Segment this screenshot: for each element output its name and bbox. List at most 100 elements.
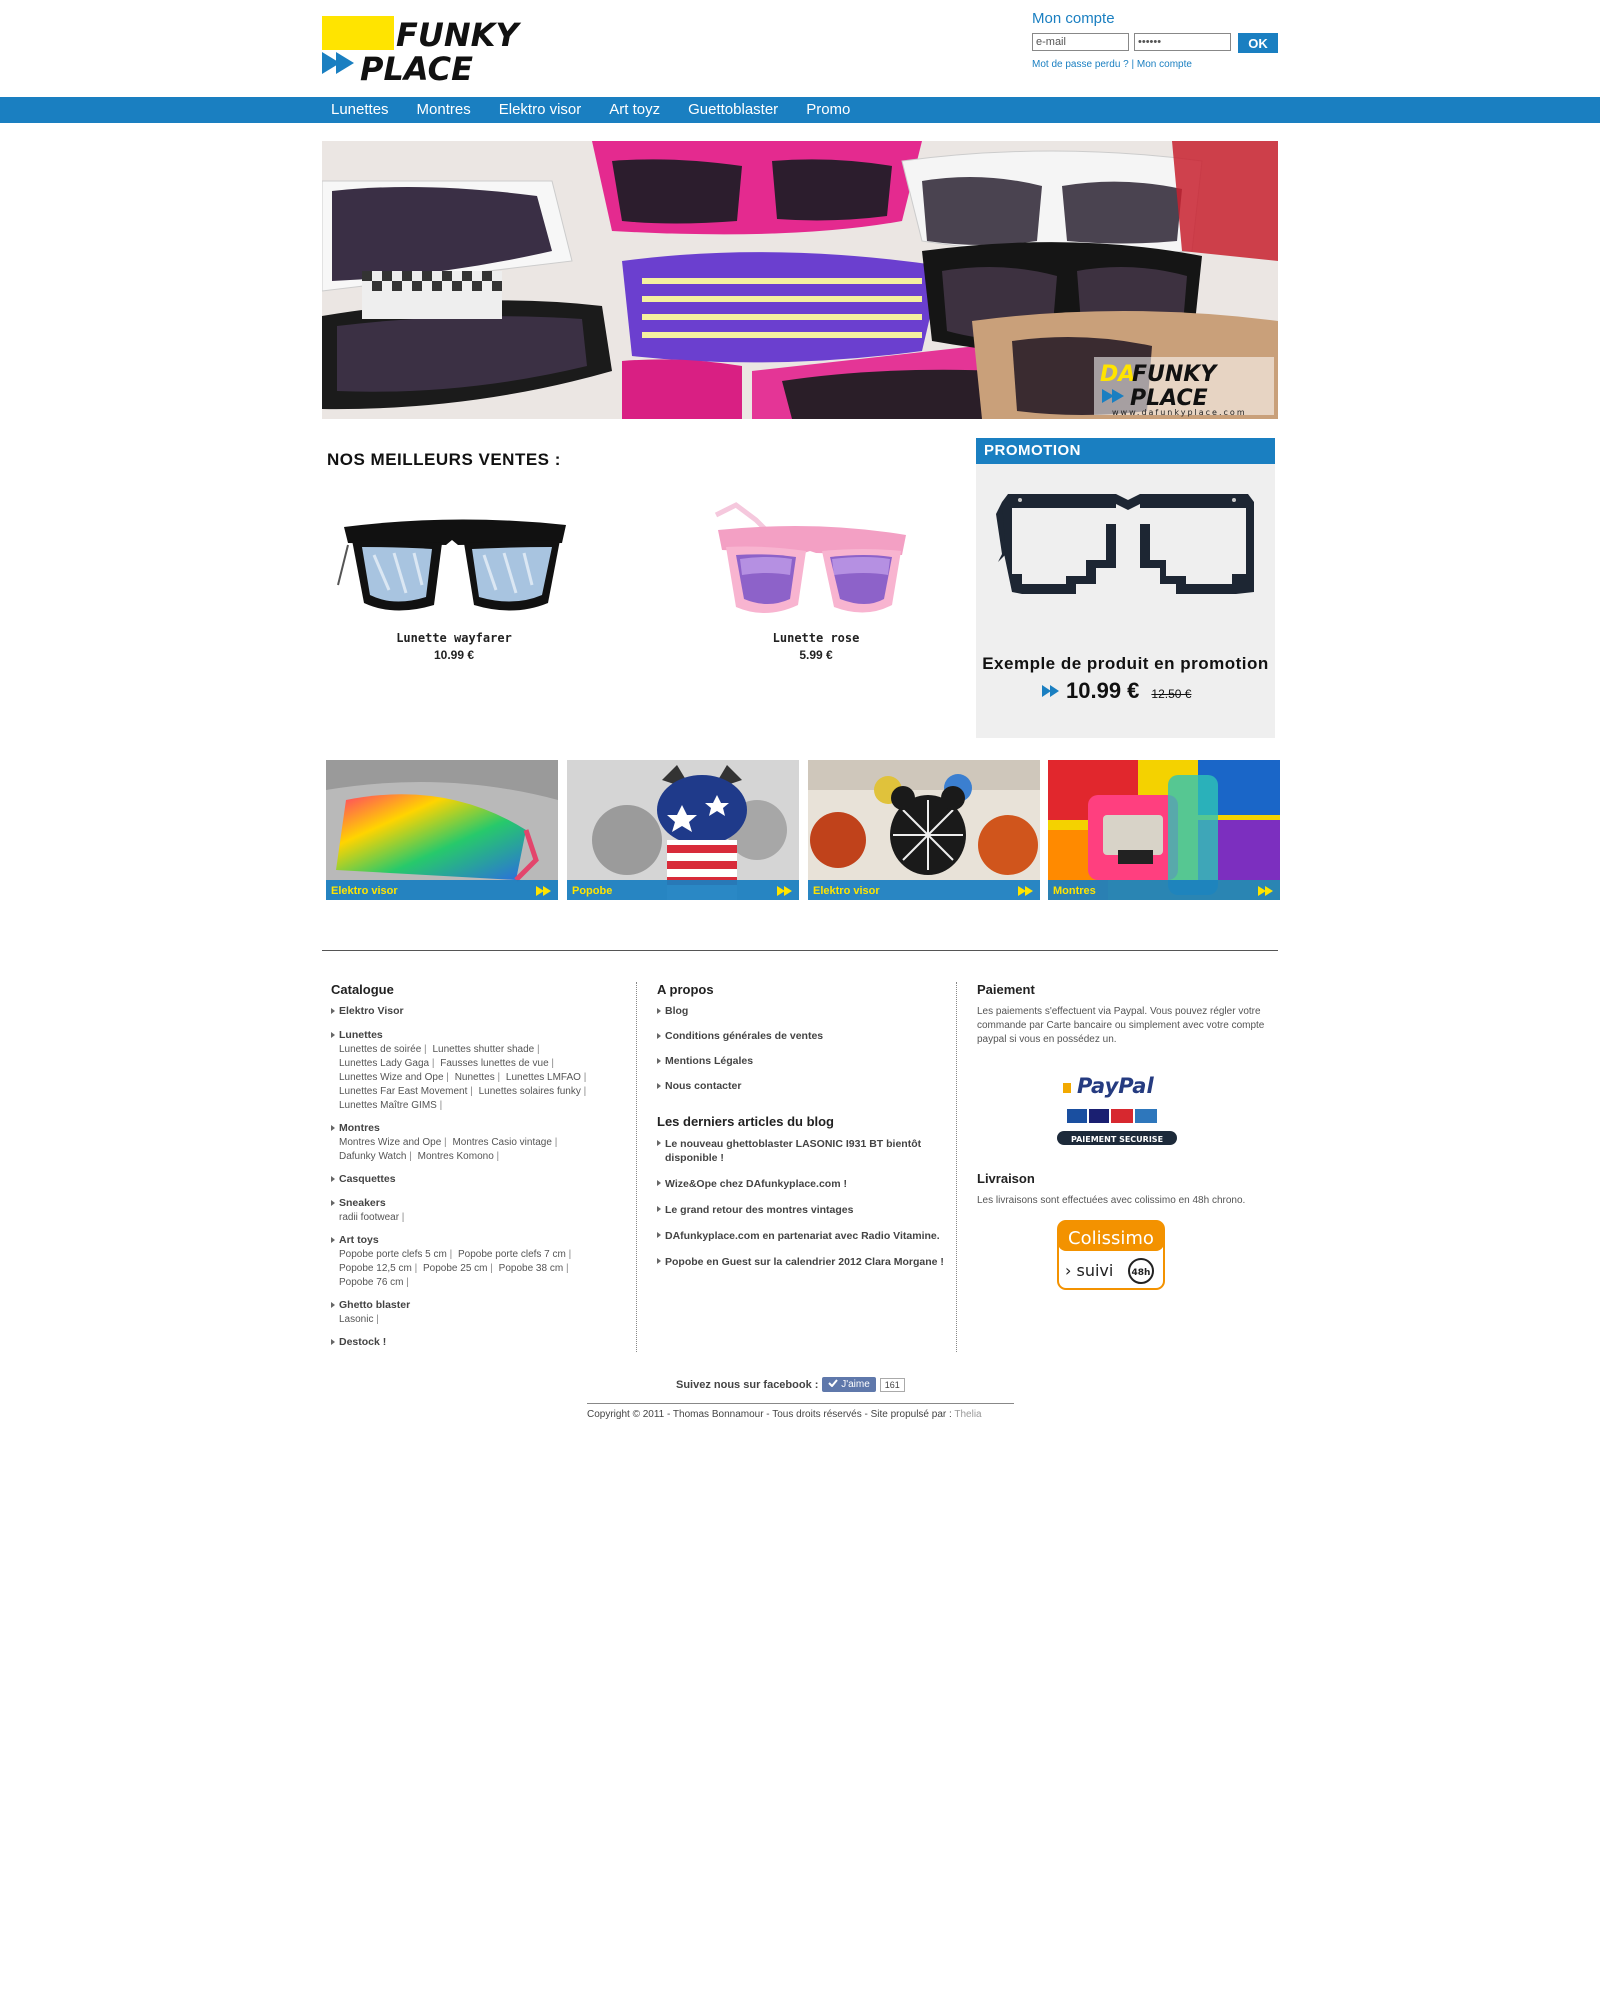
tile-label: Popobe (572, 885, 613, 897)
like-check-icon (828, 1379, 839, 1388)
account-title: Mon compte (1032, 10, 1115, 27)
sub-link[interactable]: Popobe 76 cm (339, 1277, 412, 1288)
login-ok-button[interactable]: OK (1238, 33, 1278, 53)
sub-link[interactable]: Montres Komono (418, 1151, 503, 1162)
double-arrow-icon (1042, 685, 1059, 697)
category-tile-popobe[interactable]: Popobe (567, 760, 799, 900)
thelia-link[interactable]: Thelia (954, 1409, 981, 1420)
sub-link[interactable]: Lunettes solaires funky (479, 1086, 590, 1097)
sub-link[interactable]: Popobe 38 cm (499, 1263, 572, 1274)
promotion-panel[interactable]: PROMOTION Exemple de produit en promotio… (976, 438, 1275, 738)
catalogue-item-art-toys[interactable]: Art toys (331, 1234, 611, 1246)
site-logo[interactable]: DA FUNKY PLACE (322, 16, 548, 84)
like-button-label: J'aime (841, 1379, 870, 1390)
catalogue-item-destock[interactable]: Destock ! (331, 1336, 611, 1348)
catalogue-sub-ghetto: Lasonic (331, 1313, 611, 1327)
tile-label: Elektro visor (813, 885, 880, 897)
catalogue-title: Catalogue (331, 982, 394, 997)
catalogue-item-lunettes[interactable]: Lunettes (331, 1029, 611, 1041)
product-price: 5.99 € (799, 648, 833, 662)
product-name[interactable]: Lunette wayfarer (329, 631, 579, 645)
nav-item-art-toyz[interactable]: Art toyz (609, 97, 660, 123)
catalogue-sub-montres: Montres Wize and Ope Montres Casio vinta… (331, 1136, 611, 1164)
promo-product-name[interactable]: Exemple de produit en promotion (976, 654, 1275, 674)
product-name[interactable]: Lunette rose (691, 631, 941, 645)
colissimo-suivi: › suivi (1065, 1261, 1113, 1280)
sub-link[interactable]: Montres Wize and Ope (339, 1137, 450, 1148)
nav-item-lunettes[interactable]: Lunettes (331, 97, 389, 123)
sub-link[interactable]: Lasonic (339, 1314, 382, 1325)
hero-banner[interactable]: DA FUNKY PLACE www.dafunkyplace.com (322, 141, 1278, 419)
double-arrow-icon (1018, 886, 1033, 896)
nav-item-montres[interactable]: Montres (417, 97, 471, 123)
sub-link[interactable]: Lunettes Far East Movement (339, 1086, 476, 1097)
blog-article-link[interactable]: Popobe en Guest sur la calendrier 2012 C… (657, 1255, 947, 1269)
category-tile-montres[interactable]: Montres (1048, 760, 1280, 900)
promo-old-price: 12.50 € (1151, 687, 1192, 701)
about-link-cgv[interactable]: Conditions générales de ventes (657, 1030, 947, 1042)
paypal-badge: PayPal PAIEMENT SECURISE (1057, 1074, 1177, 1145)
account-links-separator: | (1131, 59, 1135, 70)
blog-article-link[interactable]: Wize&Ope chez DAfunkyplace.com ! (657, 1177, 947, 1191)
category-tile-elektro-visor-2[interactable]: Elektro visor (808, 760, 1040, 900)
sub-link[interactable]: Dafunky Watch (339, 1151, 415, 1162)
sub-link[interactable]: Popobe 12,5 cm (339, 1263, 420, 1274)
colissimo-wordmark: Colissimo (1068, 1228, 1154, 1249)
facebook-like-button[interactable]: J'aime (822, 1377, 876, 1392)
tile-image-visor (326, 760, 558, 900)
sub-link[interactable]: Lunettes LMFAO (506, 1072, 589, 1083)
delivery-text: Les livraisons sont effectuées avec coli… (977, 1195, 1246, 1206)
nav-item-elektro-visor[interactable]: Elektro visor (499, 97, 582, 123)
catalogue-item-sneakers[interactable]: Sneakers (331, 1197, 611, 1209)
facebook-label: Suivez nous sur facebook : (676, 1378, 819, 1391)
sub-link[interactable]: Lunettes de soirée (339, 1044, 430, 1055)
footer-payment: Paiement Les paiements s'effectuent via … (977, 982, 1277, 1292)
catalogue-sub-lunettes: Lunettes de soirée Lunettes shutter shad… (331, 1043, 611, 1113)
delivery-title: Livraison (977, 1171, 1035, 1186)
blog-article-link[interactable]: Le nouveau ghettoblaster LASONIC I931 BT… (657, 1137, 947, 1165)
sub-link[interactable]: Lunettes Wize and Ope (339, 1072, 452, 1083)
blog-article-link[interactable]: DAfunkyplace.com en partenariat avec Rad… (657, 1229, 947, 1243)
catalogue-item-montres[interactable]: Montres (331, 1122, 611, 1134)
about-link-blog[interactable]: Blog (657, 1005, 947, 1017)
blog-title: Les derniers articles du blog (657, 1114, 834, 1129)
main-nav: Lunettes Montres Elektro visor Art toyz … (0, 97, 1600, 123)
about-link-mentions[interactable]: Mentions Légales (657, 1055, 947, 1067)
product-price: 10.99 € (433, 648, 475, 662)
my-account-link[interactable]: Mon compte (1137, 59, 1192, 70)
product-card[interactable]: Lunette rose 5.99 € (691, 485, 941, 662)
sub-link[interactable]: Nunettes (455, 1072, 503, 1083)
forgot-password-link[interactable]: Mot de passe perdu ? (1032, 59, 1129, 70)
about-title: A propos (657, 982, 714, 997)
promo-price: 10.99 € (1066, 678, 1140, 703)
nav-item-promo[interactable]: Promo (806, 97, 850, 123)
payment-title: Paiement (977, 982, 1035, 997)
sub-link[interactable]: Lunettes shutter shade (432, 1044, 542, 1055)
catalogue-sub-art-toys: Popobe porte clefs 5 cm Popobe porte cle… (331, 1248, 611, 1290)
blog-article-link[interactable]: Le grand retour des montres vintages (657, 1203, 947, 1217)
sub-link[interactable]: Montres Casio vintage (452, 1137, 560, 1148)
catalogue-item-casquettes[interactable]: Casquettes (331, 1173, 611, 1185)
promotion-header: PROMOTION (976, 438, 1275, 464)
product-image-rose (714, 502, 906, 614)
nav-item-guettoblaster[interactable]: Guettoblaster (688, 97, 778, 123)
sub-link[interactable]: Popobe 25 cm (423, 1263, 496, 1274)
category-tile-elektro-visor[interactable]: Elektro visor (326, 760, 558, 900)
product-card[interactable]: Lunette wayfarer 10.99 € (329, 485, 579, 662)
catalogue-item-elektro[interactable]: Elektro Visor (331, 1005, 611, 1017)
sub-link[interactable]: Fausses lunettes de vue (440, 1058, 557, 1069)
sub-link[interactable]: Popobe porte clefs 7 cm (458, 1249, 574, 1260)
sub-link[interactable]: Popobe porte clefs 5 cm (339, 1249, 455, 1260)
password-field[interactable] (1134, 33, 1231, 51)
hero-sunglasses-image: DA FUNKY PLACE www.dafunkyplace.com (322, 141, 1278, 419)
hero-logo-da: DA (1100, 362, 1135, 387)
tile-label: Montres (1053, 885, 1096, 897)
sub-link[interactable]: Lunettes Maître GIMS (339, 1100, 445, 1111)
about-link-contact[interactable]: Nous contacter (657, 1080, 947, 1092)
catalogue-item-ghetto-blaster[interactable]: Ghetto blaster (331, 1299, 611, 1311)
sub-link[interactable]: Lunettes Lady Gaga (339, 1058, 437, 1069)
sub-link[interactable]: radii footwear (339, 1212, 407, 1223)
copyright-text: Copyright © 2011 - Thomas Bonnamour - To… (587, 1409, 952, 1420)
facebook-row: Suivez nous sur facebook : J'aime 161 (676, 1377, 905, 1392)
email-field[interactable] (1032, 33, 1129, 51)
